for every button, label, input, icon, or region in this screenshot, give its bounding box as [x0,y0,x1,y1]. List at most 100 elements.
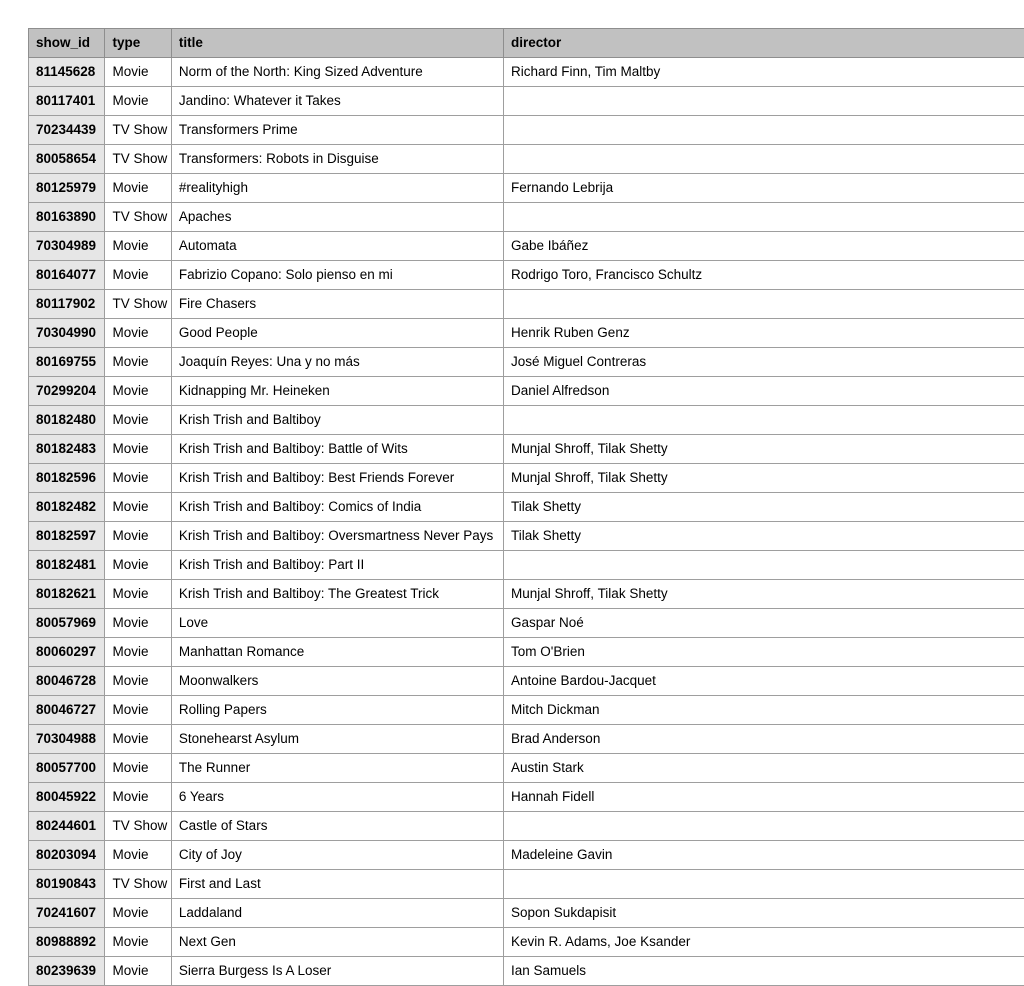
cell-director: Kevin R. Adams, Joe Ksander [504,928,1024,957]
cell-show-id: 80239639 [29,957,105,986]
cell-type: Movie [105,319,171,348]
table-body: 81145628MovieNorm of the North: King Siz… [29,58,1024,986]
cell-director: Gabe Ibáñez [504,232,1024,261]
cell-show-id: 80125979 [29,174,105,203]
table-row: 70304988MovieStonehearst AsylumBrad Ande… [29,725,1024,754]
cell-type: Movie [105,464,171,493]
table-row: 70234439TV ShowTransformers Prime [29,116,1024,145]
cell-type: TV Show [105,203,171,232]
cell-director: Tilak Shetty [504,522,1024,551]
table-row: 80988892MovieNext GenKevin R. Adams, Joe… [29,928,1024,957]
cell-title: Transformers: Robots in Disguise [171,145,503,174]
cell-director [504,812,1024,841]
cell-title: Norm of the North: King Sized Adventure [171,58,503,87]
table-row: 80182621MovieKrish Trish and Baltiboy: T… [29,580,1024,609]
col-header-show-id: show_id [29,29,105,58]
cell-show-id: 70304988 [29,725,105,754]
cell-title: Krish Trish and Baltiboy: Part II [171,551,503,580]
cell-type: Movie [105,899,171,928]
cell-type: Movie [105,406,171,435]
table-row: 80046727MovieRolling PapersMitch Dickman [29,696,1024,725]
cell-type: Movie [105,87,171,116]
cell-title: Transformers Prime [171,116,503,145]
cell-type: Movie [105,551,171,580]
cell-type: Movie [105,58,171,87]
cell-show-id: 80182596 [29,464,105,493]
cell-type: Movie [105,493,171,522]
cell-director: Austin Stark [504,754,1024,783]
table-row: 80182481MovieKrish Trish and Baltiboy: P… [29,551,1024,580]
cell-type: Movie [105,261,171,290]
cell-director [504,406,1024,435]
cell-show-id: 80117401 [29,87,105,116]
cell-show-id: 80046727 [29,696,105,725]
cell-type: Movie [105,522,171,551]
cell-director: Mitch Dickman [504,696,1024,725]
cell-show-id: 80060297 [29,638,105,667]
table-row: 80057969MovieLoveGaspar Noé [29,609,1024,638]
cell-type: Movie [105,435,171,464]
table-row: 80058654TV ShowTransformers: Robots in D… [29,145,1024,174]
cell-show-id: 80045922 [29,783,105,812]
table-row: 80164077MovieFabrizio Copano: Solo piens… [29,261,1024,290]
table-row: 70299204MovieKidnapping Mr. HeinekenDani… [29,377,1024,406]
cell-show-id: 80164077 [29,261,105,290]
table-row: 80125979Movie#realityhighFernando Lebrij… [29,174,1024,203]
header-row: show_id type title director [29,29,1024,58]
cell-show-id: 80057700 [29,754,105,783]
cell-type: TV Show [105,870,171,899]
cell-title: #realityhigh [171,174,503,203]
cell-title: Krish Trish and Baltiboy: Comics of Indi… [171,493,503,522]
cell-show-id: 80182621 [29,580,105,609]
table-row: 80163890TV ShowApaches [29,203,1024,232]
table-row: 80060297MovieManhattan RomanceTom O'Brie… [29,638,1024,667]
table-row: 80117902TV ShowFire Chasers [29,290,1024,319]
cell-director: Richard Finn, Tim Maltby [504,58,1024,87]
cell-title: Laddaland [171,899,503,928]
cell-title: Sierra Burgess Is A Loser [171,957,503,986]
cell-director [504,145,1024,174]
cell-show-id: 80169755 [29,348,105,377]
cell-director: Tom O'Brien [504,638,1024,667]
cell-title: Krish Trish and Baltiboy: Best Friends F… [171,464,503,493]
cell-type: Movie [105,783,171,812]
cell-type: Movie [105,667,171,696]
cell-director: Hannah Fidell [504,783,1024,812]
cell-title: 6 Years [171,783,503,812]
cell-type: TV Show [105,145,171,174]
cell-type: Movie [105,232,171,261]
cell-director: Tilak Shetty [504,493,1024,522]
cell-show-id: 80163890 [29,203,105,232]
cell-title: Castle of Stars [171,812,503,841]
cell-type: Movie [105,754,171,783]
cell-title: Stonehearst Asylum [171,725,503,754]
cell-show-id: 80182481 [29,551,105,580]
table-row: 80045922Movie6 YearsHannah Fidell [29,783,1024,812]
cell-show-id: 80057969 [29,609,105,638]
cell-type: Movie [105,696,171,725]
cell-type: Movie [105,841,171,870]
table-container: show_id type title director 81145628Movi… [0,0,1024,986]
cell-director: Munjal Shroff, Tilak Shetty [504,435,1024,464]
cell-show-id: 80988892 [29,928,105,957]
cell-type: Movie [105,348,171,377]
cell-director: Munjal Shroff, Tilak Shetty [504,464,1024,493]
table-row: 80057700MovieThe RunnerAustin Stark [29,754,1024,783]
cell-show-id: 70304989 [29,232,105,261]
cell-director: Fernando Lebrija [504,174,1024,203]
cell-type: Movie [105,580,171,609]
cell-director: Munjal Shroff, Tilak Shetty [504,580,1024,609]
cell-show-id: 80203094 [29,841,105,870]
cell-director: Madeleine Gavin [504,841,1024,870]
cell-director: José Miguel Contreras [504,348,1024,377]
cell-type: Movie [105,957,171,986]
cell-director: Sopon Sukdapisit [504,899,1024,928]
cell-title: Krish Trish and Baltiboy: Oversmartness … [171,522,503,551]
cell-director [504,870,1024,899]
cell-show-id: 80190843 [29,870,105,899]
cell-director: Antoine Bardou-Jacquet [504,667,1024,696]
cell-type: TV Show [105,290,171,319]
table-row: 70241607MovieLaddalandSopon Sukdapisit [29,899,1024,928]
cell-show-id: 80182597 [29,522,105,551]
cell-director: Henrik Ruben Genz [504,319,1024,348]
